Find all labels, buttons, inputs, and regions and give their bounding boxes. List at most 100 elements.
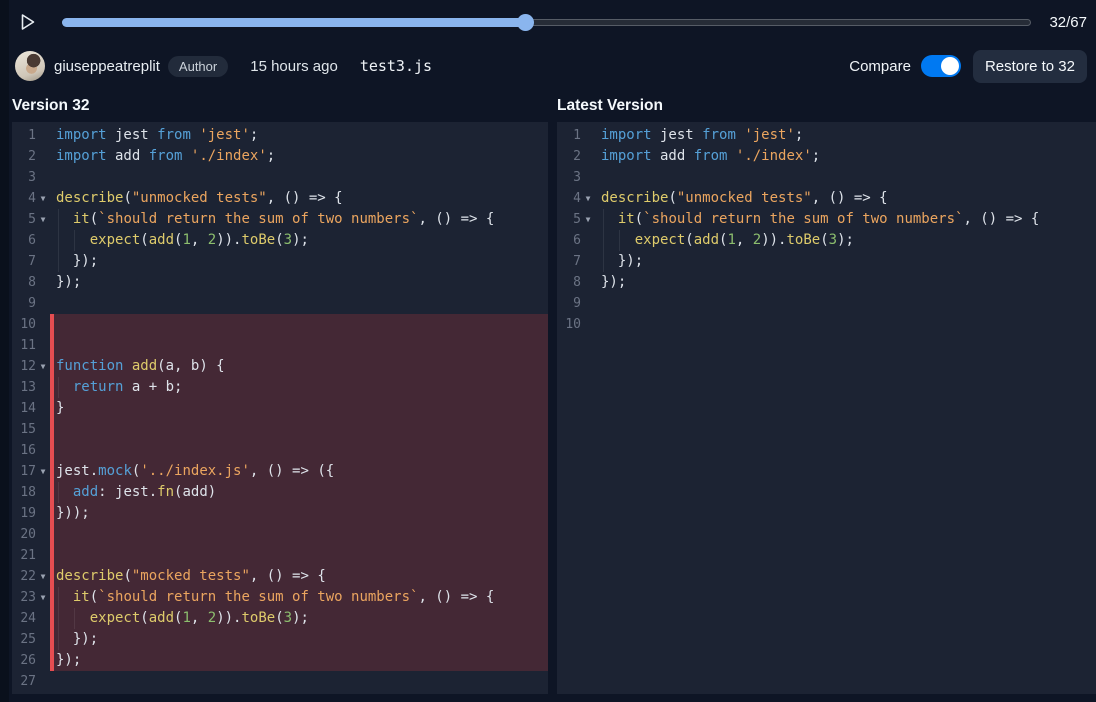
code-line: 9 bbox=[557, 293, 1096, 314]
fold-arrow-icon[interactable]: ▼ bbox=[581, 188, 595, 209]
token-fn: toBe bbox=[242, 232, 276, 248]
code-line: 5▼ it(`should return the sum of two numb… bbox=[12, 209, 548, 230]
token-txt: ( bbox=[123, 190, 131, 206]
token-kw: add bbox=[73, 484, 98, 500]
line-number: 8 bbox=[12, 272, 36, 293]
gutter: 4▼ bbox=[12, 188, 50, 209]
fold-arrow-icon[interactable]: ▼ bbox=[36, 587, 50, 608]
code-text: describe("unmocked tests", () => { bbox=[595, 188, 1096, 209]
code-text: } bbox=[50, 398, 548, 419]
token-txt bbox=[182, 148, 190, 164]
gutter: 6 bbox=[12, 230, 50, 251]
restore-button[interactable]: Restore to 32 bbox=[973, 50, 1087, 83]
version-slider[interactable] bbox=[62, 14, 1031, 30]
code-text: import add from './index'; bbox=[595, 146, 1096, 167]
gutter: 15 bbox=[12, 419, 50, 440]
code-text: it(`should return the sum of two numbers… bbox=[595, 209, 1096, 230]
fold-arrow-icon[interactable]: ▼ bbox=[581, 209, 595, 230]
code-text: expect(add(1, 2)).toBe(3); bbox=[50, 230, 548, 251]
token-fn: fn bbox=[157, 484, 174, 500]
gutter: 7 bbox=[557, 251, 595, 272]
code-line: 1import jest from 'jest'; bbox=[557, 125, 1096, 146]
token-num: 3 bbox=[284, 610, 292, 626]
indent-guide bbox=[603, 209, 604, 230]
line-number: 10 bbox=[12, 314, 36, 335]
token-txt: ( bbox=[820, 232, 828, 248]
token-str: `should return the sum of two numbers` bbox=[643, 211, 963, 227]
code-text: }); bbox=[595, 251, 1096, 272]
indent-guide bbox=[619, 230, 620, 251]
token-str: 'jest' bbox=[744, 127, 795, 143]
token-fn: expect bbox=[90, 610, 141, 626]
fold-arrow-icon[interactable]: ▼ bbox=[36, 566, 50, 587]
line-number: 25 bbox=[12, 629, 36, 650]
code-text bbox=[50, 293, 548, 314]
code-line: 21 bbox=[12, 545, 548, 566]
token-fn: it bbox=[73, 589, 90, 605]
token-txt: ); bbox=[837, 232, 854, 248]
code-line: 4▼describe("unmocked tests", () => { bbox=[12, 188, 548, 209]
compare-toggle[interactable] bbox=[921, 55, 961, 77]
line-number: 9 bbox=[557, 293, 581, 314]
code-editor-old[interactable]: 1import jest from 'jest';2import add fro… bbox=[12, 122, 548, 694]
token-txt: }); bbox=[601, 274, 626, 290]
code-text: }); bbox=[50, 251, 548, 272]
code-editor-latest[interactable]: 1import jest from 'jest';2 import add fro… bbox=[557, 122, 1096, 694]
token-kw: import bbox=[601, 148, 652, 164]
token-txt: add bbox=[107, 148, 149, 164]
indent-guide bbox=[58, 629, 59, 650]
line-number: 27 bbox=[12, 671, 36, 692]
token-txt bbox=[727, 148, 735, 164]
token-fn: describe bbox=[601, 190, 668, 206]
gutter: 26 bbox=[12, 650, 50, 671]
token-str: "unmocked tests" bbox=[132, 190, 267, 206]
code-line: 6 expect(add(1, 2)).toBe(3); bbox=[557, 230, 1096, 251]
token-txt: ); bbox=[292, 610, 309, 626]
code-line: 23▼ it(`should return the sum of two num… bbox=[12, 587, 548, 608]
line-number: 7 bbox=[557, 251, 581, 272]
token-kw: function bbox=[56, 358, 123, 374]
token-txt: )). bbox=[216, 232, 241, 248]
pane-title: Latest Version bbox=[557, 96, 1096, 116]
gutter: 5▼ bbox=[557, 209, 595, 230]
gutter: 2 bbox=[557, 146, 595, 167]
indent-guide bbox=[58, 377, 59, 398]
indent-guide bbox=[603, 230, 604, 251]
line-number: 26 bbox=[12, 650, 36, 671]
slider-thumb[interactable] bbox=[517, 14, 534, 31]
line-number: 4 bbox=[557, 188, 581, 209]
token-str: '../index.js' bbox=[140, 463, 250, 479]
code-line: 14} bbox=[12, 398, 548, 419]
code-text bbox=[50, 671, 548, 692]
code-line: 8}); bbox=[557, 272, 1096, 293]
code-line: 9 bbox=[12, 293, 548, 314]
code-text: }); bbox=[50, 272, 548, 293]
line-number: 20 bbox=[12, 524, 36, 545]
fold-arrow-icon[interactable]: ▼ bbox=[36, 461, 50, 482]
token-txt: add bbox=[652, 148, 694, 164]
fold-arrow-icon[interactable]: ▼ bbox=[36, 188, 50, 209]
fold-arrow-icon[interactable]: ▼ bbox=[36, 209, 50, 230]
code-line: 19})); bbox=[12, 503, 548, 524]
code-text bbox=[595, 293, 1096, 314]
code-line: 13 return a + b; bbox=[12, 377, 548, 398]
token-txt bbox=[56, 610, 90, 626]
fold-arrow-icon[interactable]: ▼ bbox=[36, 356, 50, 377]
token-fn: expect bbox=[90, 232, 141, 248]
line-number: 2 bbox=[557, 146, 581, 167]
gutter: 18 bbox=[12, 482, 50, 503]
token-txt: ( bbox=[140, 232, 148, 248]
gutter: 3 bbox=[12, 167, 50, 188]
line-number: 10 bbox=[557, 314, 581, 335]
token-txt: ; bbox=[795, 127, 803, 143]
gutter: 17▼ bbox=[12, 461, 50, 482]
token-txt: (add) bbox=[174, 484, 216, 500]
token-txt: ( bbox=[275, 232, 283, 248]
token-txt: jest bbox=[652, 127, 703, 143]
code-text: it(`should return the sum of two numbers… bbox=[50, 587, 548, 608]
play-button[interactable] bbox=[20, 12, 38, 32]
token-kw: return bbox=[73, 379, 124, 395]
line-number: 1 bbox=[12, 125, 36, 146]
pane-title: Version 32 bbox=[12, 96, 548, 116]
gutter: 25 bbox=[12, 629, 50, 650]
